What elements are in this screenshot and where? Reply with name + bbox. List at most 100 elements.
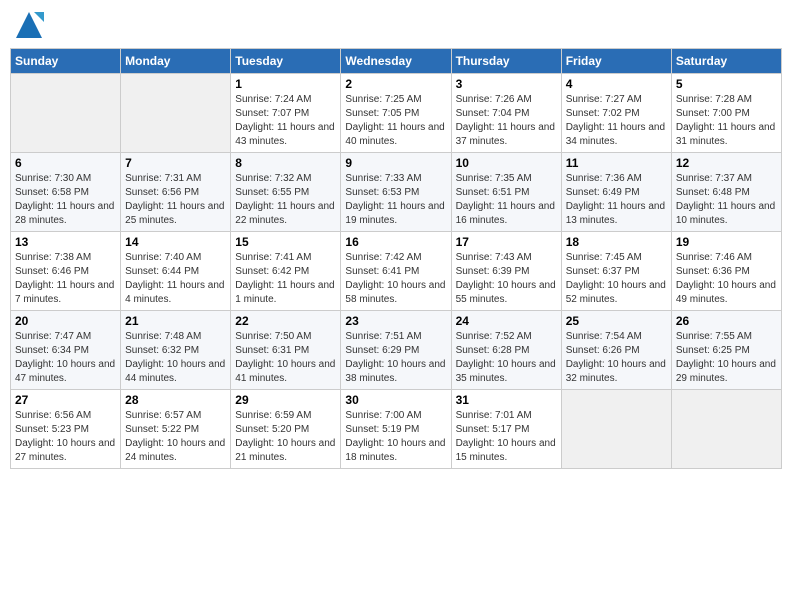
day-info: Sunrise: 6:56 AMSunset: 5:23 PMDaylight:…	[15, 409, 116, 465]
calendar-header-thursday: Thursday	[451, 49, 561, 74]
calendar-cell	[121, 74, 231, 153]
day-info: Sunrise: 7:43 AMSunset: 6:39 PMDaylight:…	[456, 251, 557, 307]
day-number: 12	[676, 156, 777, 170]
day-number: 26	[676, 314, 777, 328]
calendar-cell: 6 Sunrise: 7:30 AMSunset: 6:58 PMDaylight…	[11, 153, 121, 232]
day-number: 7	[125, 156, 226, 170]
day-info: Sunrise: 7:01 AMSunset: 5:17 PMDaylight:…	[456, 409, 557, 465]
day-info: Sunrise: 7:00 AMSunset: 5:19 PMDaylight:…	[345, 409, 446, 465]
calendar-cell	[561, 390, 671, 469]
day-number: 5	[676, 77, 777, 91]
day-info: Sunrise: 6:59 AMSunset: 5:20 PMDaylight:…	[235, 409, 336, 465]
day-info: Sunrise: 7:33 AMSunset: 6:53 PMDaylight:…	[345, 172, 446, 228]
calendar-week-row: 1 Sunrise: 7:24 AMSunset: 7:07 PMDaylight…	[11, 74, 782, 153]
calendar-cell: 12 Sunrise: 7:37 AMSunset: 6:48 PMDayligh…	[671, 153, 781, 232]
calendar-cell: 27 Sunrise: 6:56 AMSunset: 5:23 PMDayligh…	[11, 390, 121, 469]
calendar-cell: 18 Sunrise: 7:45 AMSunset: 6:37 PMDayligh…	[561, 232, 671, 311]
calendar-cell: 20 Sunrise: 7:47 AMSunset: 6:34 PMDayligh…	[11, 311, 121, 390]
day-number: 6	[15, 156, 116, 170]
day-number: 17	[456, 235, 557, 249]
calendar-cell: 29 Sunrise: 6:59 AMSunset: 5:20 PMDayligh…	[231, 390, 341, 469]
calendar-cell: 16Sunrise: 7:42 AMSunset: 6:41 PMDayligh…	[341, 232, 451, 311]
day-info: Sunrise: 7:28 AMSunset: 7:00 PMDaylight:…	[676, 93, 777, 149]
day-info: Sunrise: 7:27 AMSunset: 7:02 PMDaylight:…	[566, 93, 667, 149]
calendar-cell: 1 Sunrise: 7:24 AMSunset: 7:07 PMDaylight…	[231, 74, 341, 153]
day-number: 13	[15, 235, 116, 249]
day-number: 9	[345, 156, 446, 170]
calendar-cell: 22Sunrise: 7:50 AMSunset: 6:31 PMDayligh…	[231, 311, 341, 390]
day-info: Sunrise: 7:52 AMSunset: 6:28 PMDaylight:…	[456, 330, 557, 386]
day-number: 30	[345, 393, 446, 407]
calendar-header-tuesday: Tuesday	[231, 49, 341, 74]
calendar-cell: 15 Sunrise: 7:41 AMSunset: 6:42 PMDayligh…	[231, 232, 341, 311]
calendar-cell: 11 Sunrise: 7:36 AMSunset: 6:49 PMDayligh…	[561, 153, 671, 232]
day-number: 20	[15, 314, 116, 328]
calendar-cell: 26 Sunrise: 7:55 AMSunset: 6:25 PMDayligh…	[671, 311, 781, 390]
day-info: Sunrise: 7:30 AMSunset: 6:58 PMDaylight:…	[15, 172, 116, 228]
day-info: Sunrise: 7:25 AMSunset: 7:05 PMDaylight:…	[345, 93, 446, 149]
calendar-cell: 28 Sunrise: 6:57 AMSunset: 5:22 PMDayligh…	[121, 390, 231, 469]
day-info: Sunrise: 7:36 AMSunset: 6:49 PMDaylight:…	[566, 172, 667, 228]
calendar-header-sunday: Sunday	[11, 49, 121, 74]
calendar-header-wednesday: Wednesday	[341, 49, 451, 74]
day-info: Sunrise: 7:41 AMSunset: 6:42 PMDaylight:…	[235, 251, 336, 307]
day-info: Sunrise: 7:38 AMSunset: 6:46 PMDaylight:…	[15, 251, 116, 307]
calendar-cell: 17 Sunrise: 7:43 AMSunset: 6:39 PMDayligh…	[451, 232, 561, 311]
day-number: 27	[15, 393, 116, 407]
day-number: 10	[456, 156, 557, 170]
day-number: 3	[456, 77, 557, 91]
day-number: 18	[566, 235, 667, 249]
calendar-cell: 10 Sunrise: 7:35 AMSunset: 6:51 PMDayligh…	[451, 153, 561, 232]
day-number: 1	[235, 77, 336, 91]
calendar-week-row: 13 Sunrise: 7:38 AMSunset: 6:46 PMDayligh…	[11, 232, 782, 311]
day-info: Sunrise: 7:55 AMSunset: 6:25 PMDaylight:…	[676, 330, 777, 386]
day-number: 23	[345, 314, 446, 328]
day-info: Sunrise: 7:47 AMSunset: 6:34 PMDaylight:…	[15, 330, 116, 386]
calendar-cell	[671, 390, 781, 469]
calendar-week-row: 20 Sunrise: 7:47 AMSunset: 6:34 PMDayligh…	[11, 311, 782, 390]
day-info: Sunrise: 7:51 AMSunset: 6:29 PMDaylight:…	[345, 330, 446, 386]
calendar-cell: 21Sunrise: 7:48 AMSunset: 6:32 PMDayligh…	[121, 311, 231, 390]
day-info: Sunrise: 7:45 AMSunset: 6:37 PMDaylight:…	[566, 251, 667, 307]
page-header	[10, 10, 782, 40]
day-info: Sunrise: 7:40 AMSunset: 6:44 PMDaylight:…	[125, 251, 226, 307]
calendar-cell: 4 Sunrise: 7:27 AMSunset: 7:02 PMDaylight…	[561, 74, 671, 153]
calendar-header-monday: Monday	[121, 49, 231, 74]
calendar-header-row: SundayMondayTuesdayWednesdayThursdayFrid…	[11, 49, 782, 74]
day-info: Sunrise: 7:42 AMSunset: 6:41 PMDaylight:…	[345, 251, 446, 307]
calendar-cell: 30 Sunrise: 7:00 AMSunset: 5:19 PMDayligh…	[341, 390, 451, 469]
calendar-cell: 7Sunrise: 7:31 AMSunset: 6:56 PMDaylight…	[121, 153, 231, 232]
calendar-cell: 9 Sunrise: 7:33 AMSunset: 6:53 PMDaylight…	[341, 153, 451, 232]
calendar-cell: 31 Sunrise: 7:01 AMSunset: 5:17 PMDayligh…	[451, 390, 561, 469]
calendar-week-row: 27 Sunrise: 6:56 AMSunset: 5:23 PMDayligh…	[11, 390, 782, 469]
logo	[14, 10, 48, 40]
calendar-cell: 5 Sunrise: 7:28 AMSunset: 7:00 PMDaylight…	[671, 74, 781, 153]
calendar-cell: 14 Sunrise: 7:40 AMSunset: 6:44 PMDayligh…	[121, 232, 231, 311]
day-info: Sunrise: 7:24 AMSunset: 7:07 PMDaylight:…	[235, 93, 336, 149]
calendar-cell: 19Sunrise: 7:46 AMSunset: 6:36 PMDayligh…	[671, 232, 781, 311]
calendar-table: SundayMondayTuesdayWednesdayThursdayFrid…	[10, 48, 782, 469]
day-info: Sunrise: 7:32 AMSunset: 6:55 PMDaylight:…	[235, 172, 336, 228]
day-info: Sunrise: 7:26 AMSunset: 7:04 PMDaylight:…	[456, 93, 557, 149]
calendar-cell: 2Sunrise: 7:25 AMSunset: 7:05 PMDaylight…	[341, 74, 451, 153]
day-number: 28	[125, 393, 226, 407]
calendar-cell: 25Sunrise: 7:54 AMSunset: 6:26 PMDayligh…	[561, 311, 671, 390]
day-number: 29	[235, 393, 336, 407]
calendar-cell	[11, 74, 121, 153]
logo-icon	[14, 10, 44, 40]
calendar-cell: 3 Sunrise: 7:26 AMSunset: 7:04 PMDaylight…	[451, 74, 561, 153]
day-number: 22	[235, 314, 336, 328]
day-info: Sunrise: 6:57 AMSunset: 5:22 PMDaylight:…	[125, 409, 226, 465]
calendar-cell: 24Sunrise: 7:52 AMSunset: 6:28 PMDayligh…	[451, 311, 561, 390]
day-number: 31	[456, 393, 557, 407]
calendar-header-friday: Friday	[561, 49, 671, 74]
day-number: 15	[235, 235, 336, 249]
day-number: 14	[125, 235, 226, 249]
calendar-week-row: 6 Sunrise: 7:30 AMSunset: 6:58 PMDaylight…	[11, 153, 782, 232]
day-number: 11	[566, 156, 667, 170]
day-info: Sunrise: 7:46 AMSunset: 6:36 PMDaylight:…	[676, 251, 777, 307]
day-number: 21	[125, 314, 226, 328]
day-number: 4	[566, 77, 667, 91]
day-info: Sunrise: 7:37 AMSunset: 6:48 PMDaylight:…	[676, 172, 777, 228]
day-info: Sunrise: 7:35 AMSunset: 6:51 PMDaylight:…	[456, 172, 557, 228]
